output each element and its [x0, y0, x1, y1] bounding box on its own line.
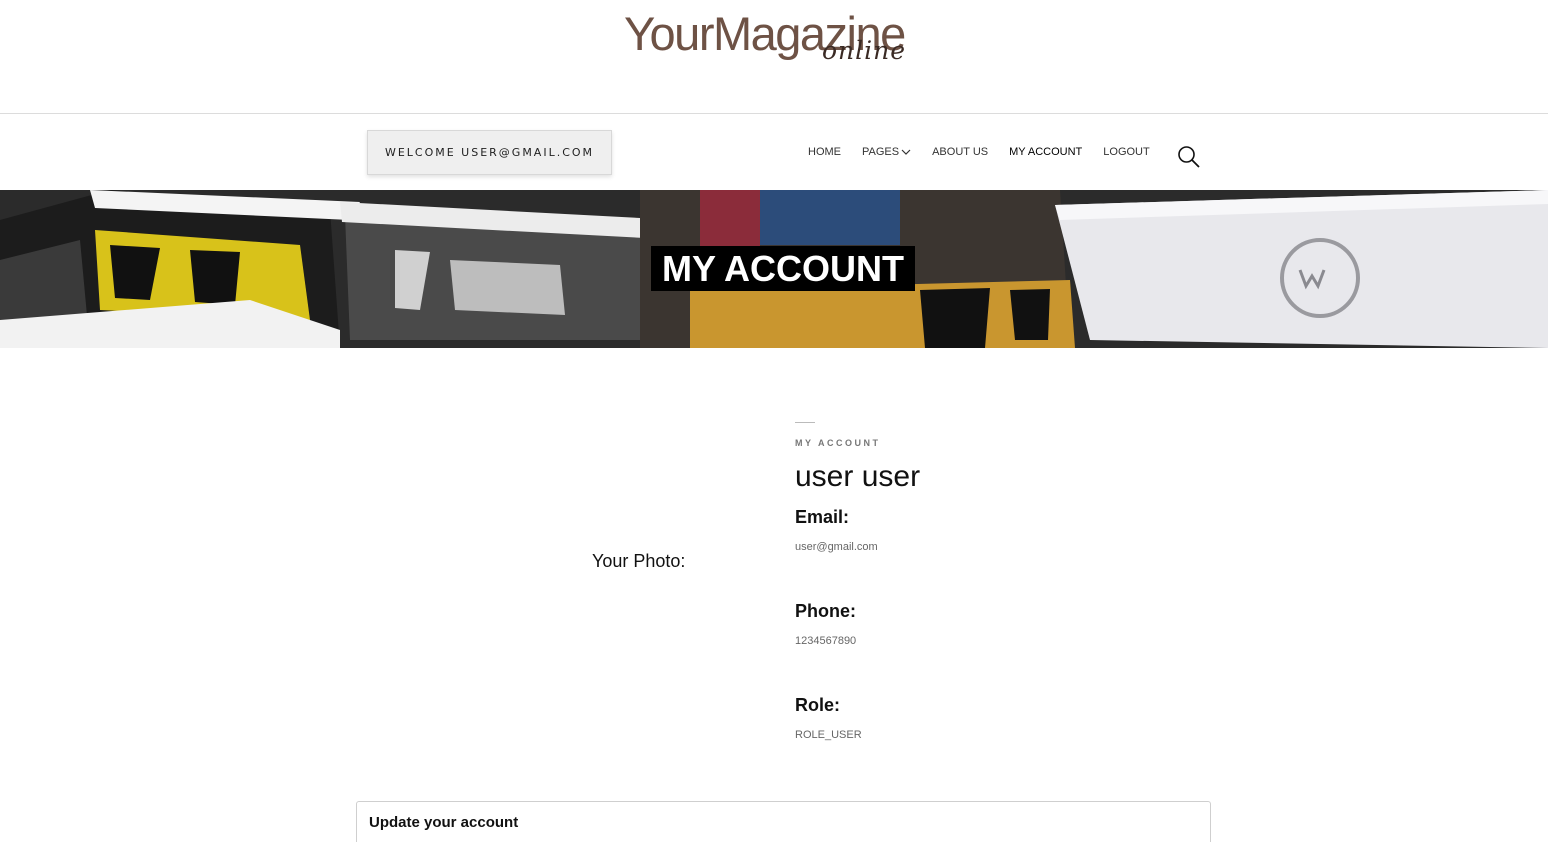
- role-value: ROLE_USER: [795, 729, 862, 741]
- section-eyebrow: MY ACCOUNT: [795, 438, 881, 448]
- nav-item-label: ABOUT US: [932, 146, 989, 158]
- nav-item-label: HOME: [808, 146, 841, 158]
- site-logo[interactable]: YourMagazine online: [624, 8, 944, 70]
- nav-item-pages[interactable]: PAGES: [862, 146, 911, 158]
- nav-bar: WELCOME USER@GMAIL.COM HOME PAGES ABOUT …: [0, 115, 1548, 190]
- nav-item-about-us[interactable]: ABOUT US: [932, 146, 988, 158]
- nav-item-my-account[interactable]: MY ACCOUNT: [1009, 146, 1082, 158]
- nav-item-home[interactable]: HOME: [808, 146, 841, 158]
- email-label: Email:: [795, 507, 850, 527]
- profile-details: MY ACCOUNT user user Email: user@gmail.c…: [795, 422, 1215, 788]
- phone-label: Phone:: [795, 601, 856, 621]
- email-value: user@gmail.com: [795, 541, 878, 553]
- nav-item-logout[interactable]: LOGOUT: [1103, 146, 1149, 158]
- role-label: Role:: [795, 695, 840, 715]
- user-full-name: user user: [795, 460, 921, 493]
- page-banner: MY ACCOUNT: [0, 190, 1548, 348]
- section-divider: [795, 422, 815, 423]
- update-account-title: Update your account: [369, 814, 519, 831]
- nav-item-label: MY ACCOUNT: [1009, 146, 1083, 158]
- update-account-panel[interactable]: Update your account: [356, 801, 1211, 842]
- nav-item-label: PAGES: [862, 146, 900, 158]
- nav-item-label: LOGOUT: [1103, 146, 1150, 158]
- logo-bar: YourMagazine online: [0, 0, 1548, 114]
- chevron-down-icon: [901, 149, 911, 155]
- phone-value: 1234567890: [795, 635, 857, 647]
- page-title: MY ACCOUNT: [651, 246, 915, 291]
- photo-label: Your Photo:: [592, 551, 686, 571]
- search-icon[interactable]: [1176, 144, 1202, 170]
- main-nav: HOME PAGES ABOUT US MY ACCOUNT LOGOUT: [808, 144, 1171, 160]
- logo-text-sub: online: [822, 36, 907, 65]
- welcome-badge: WELCOME USER@GMAIL.COM: [367, 130, 612, 175]
